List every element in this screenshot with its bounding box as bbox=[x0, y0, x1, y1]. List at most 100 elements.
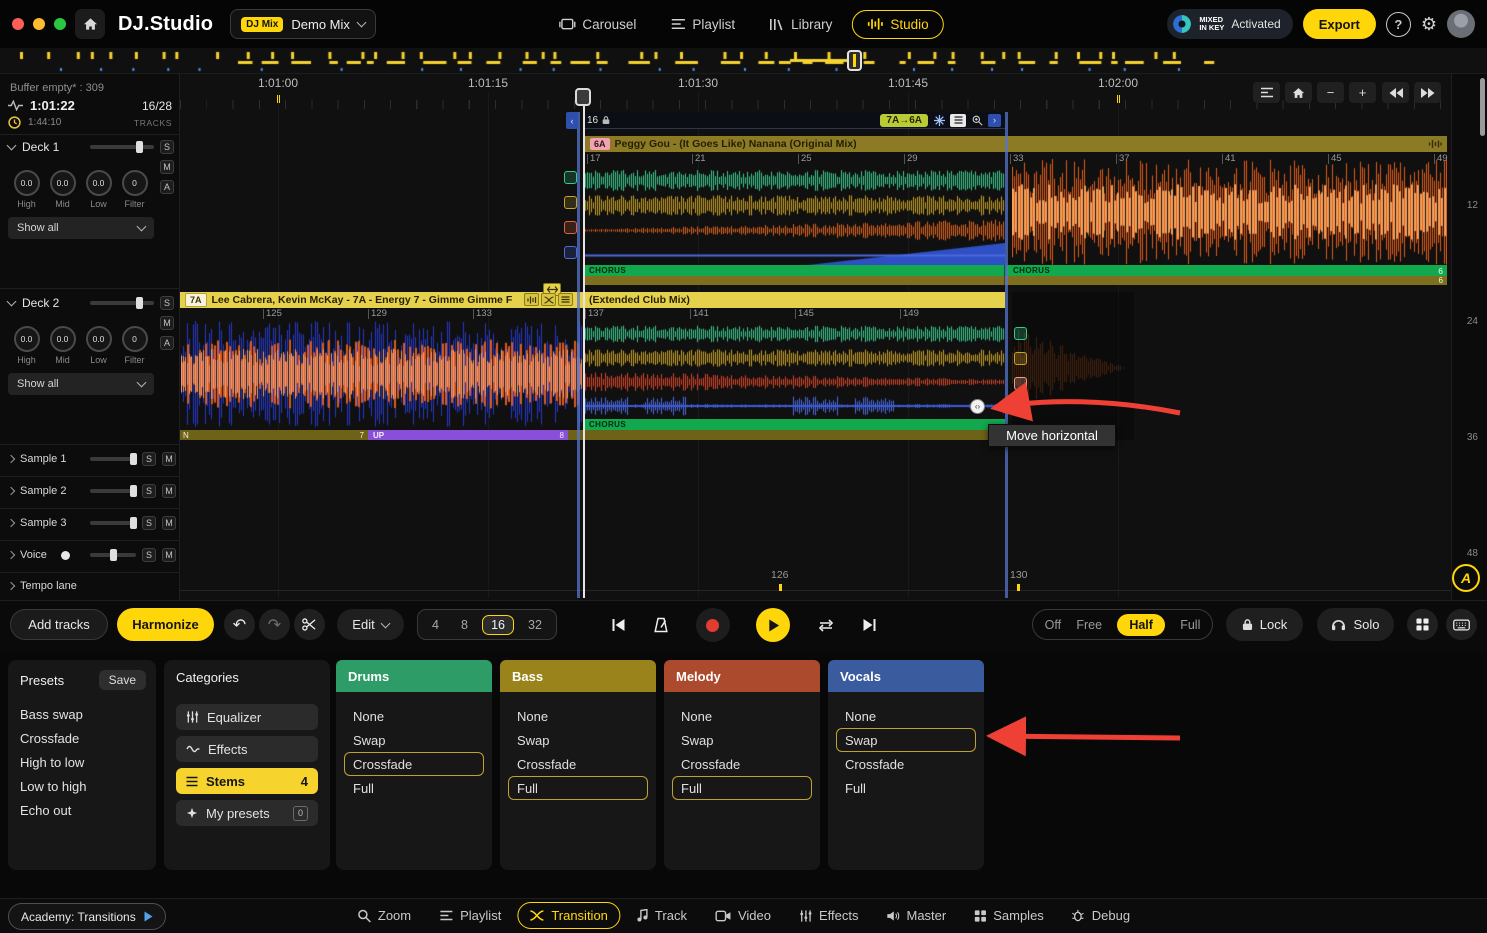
expand-chevron-icon[interactable] bbox=[7, 519, 15, 527]
deck2-phrase-segment[interactable]: N 7 bbox=[180, 430, 368, 440]
export-button[interactable]: Export bbox=[1303, 9, 1376, 39]
deck1-waveform[interactable] bbox=[1012, 156, 1447, 268]
deck1-solo-button[interactable]: S bbox=[160, 140, 174, 154]
sample1-solo-button[interactable]: S bbox=[142, 452, 156, 466]
minimap-playhead[interactable] bbox=[847, 50, 862, 71]
lock-button[interactable]: Lock bbox=[1226, 608, 1303, 641]
quantize-free-button[interactable]: Free bbox=[1076, 618, 1102, 632]
deck1-section-bar[interactable]: CHORUS CHORUS 6 bbox=[583, 265, 1447, 276]
play-button[interactable] bbox=[756, 608, 790, 642]
preset-item[interactable]: Low to high bbox=[8, 774, 156, 798]
tab-carousel[interactable]: Carousel bbox=[543, 10, 651, 39]
eq-high-knob[interactable]: 0.0 bbox=[14, 326, 40, 352]
melody-option-crossfade[interactable]: Crossfade bbox=[672, 752, 812, 776]
mixed-in-key-badge[interactable]: MIXEDIN KEY Activated bbox=[1167, 9, 1292, 39]
add-tracks-button[interactable]: Add tracks bbox=[10, 609, 108, 640]
bass-option-swap[interactable]: Swap bbox=[508, 728, 648, 752]
vocals-option-full[interactable]: Full bbox=[836, 776, 976, 800]
deck2-phrase-segment-up[interactable]: UP 8 bbox=[368, 430, 568, 440]
preset-item[interactable]: High to low bbox=[8, 750, 156, 774]
eq-mid-knob[interactable]: 0.0 bbox=[50, 326, 76, 352]
edit-dropdown[interactable]: Edit bbox=[337, 609, 404, 640]
bass-option-full[interactable]: Full bbox=[508, 776, 648, 800]
cut-button[interactable] bbox=[294, 609, 325, 640]
category-equalizer[interactable]: Equalizer bbox=[176, 704, 318, 730]
deck1-volume-slider[interactable] bbox=[90, 145, 154, 149]
sample3-mute-button[interactable]: M bbox=[162, 516, 176, 530]
voice-mute-button[interactable]: M bbox=[162, 548, 176, 562]
deck2-section-bar[interactable]: CHORUS bbox=[583, 419, 1005, 430]
deck2-bass-stem-waveform[interactable] bbox=[583, 346, 1005, 370]
keyboard-shortcuts-button[interactable] bbox=[1446, 609, 1477, 640]
deck1-bass-stem-waveform[interactable] bbox=[583, 193, 1005, 218]
skip-to-end-button[interactable] bbox=[861, 618, 878, 632]
deck2-volume-slider[interactable] bbox=[90, 301, 154, 305]
eq-high-knob[interactable]: 0.0 bbox=[14, 170, 40, 196]
deck2-drums-stem-waveform[interactable] bbox=[583, 322, 1005, 346]
dock-tab-transition[interactable]: Transition bbox=[517, 902, 620, 929]
deck2-phrase-segment[interactable] bbox=[568, 430, 1005, 440]
voice-solo-button[interactable]: S bbox=[142, 548, 156, 562]
grid-32-button[interactable]: 32 bbox=[520, 618, 550, 632]
melody-option-swap[interactable]: Swap bbox=[672, 728, 812, 752]
dock-tab-debug[interactable]: Debug bbox=[1060, 902, 1142, 929]
tab-library[interactable]: Library bbox=[754, 10, 847, 39]
drums-stem-chip-icon[interactable] bbox=[564, 171, 577, 184]
slider-thumb[interactable] bbox=[136, 297, 143, 309]
follow-playhead-button[interactable] bbox=[1253, 82, 1280, 103]
solo-button[interactable]: Solo bbox=[1317, 608, 1394, 641]
preset-item[interactable]: Crossfade bbox=[8, 726, 156, 750]
bass-stem-chip-icon[interactable] bbox=[564, 196, 577, 209]
category-effects[interactable]: Effects bbox=[176, 736, 318, 762]
melody-stem-chip-icon[interactable] bbox=[564, 221, 577, 234]
transition-right-border[interactable] bbox=[1005, 112, 1008, 598]
expand-chevron-icon[interactable] bbox=[7, 487, 15, 495]
clip-waveform-toggle[interactable] bbox=[524, 293, 539, 306]
drums-option-crossfade[interactable]: Crossfade bbox=[344, 752, 484, 776]
deck2-vocals-stem-waveform[interactable] bbox=[583, 394, 1005, 418]
filter-knob[interactable]: 0 bbox=[122, 170, 148, 196]
category-my-presets[interactable]: My presets 0 bbox=[176, 800, 318, 826]
deck1-auto-button[interactable]: A bbox=[160, 180, 174, 194]
melody-stem-chip-icon[interactable] bbox=[1014, 377, 1027, 390]
deck1-melody-stem-waveform[interactable] bbox=[583, 218, 1005, 243]
sample3-volume-slider[interactable] bbox=[90, 521, 136, 525]
eq-low-knob[interactable]: 0.0 bbox=[86, 170, 112, 196]
tab-studio[interactable]: Studio bbox=[851, 10, 943, 39]
bass-option-crossfade[interactable]: Crossfade bbox=[508, 752, 648, 776]
stem-move-handle[interactable]: ‹› bbox=[970, 399, 985, 414]
drums-option-swap[interactable]: Swap bbox=[344, 728, 484, 752]
bass-option-none[interactable]: None bbox=[508, 704, 648, 728]
filter-knob[interactable]: 0 bbox=[122, 326, 148, 352]
harmonize-button[interactable]: Harmonize bbox=[117, 608, 214, 641]
sample2-solo-button[interactable]: S bbox=[142, 484, 156, 498]
tempo-point[interactable] bbox=[779, 584, 782, 591]
deck2-show-all-dropdown[interactable]: Show all bbox=[8, 373, 154, 395]
melody-option-none[interactable]: None bbox=[672, 704, 812, 728]
dock-tab-samples[interactable]: Samples bbox=[962, 902, 1056, 929]
transition-zoom-button[interactable] bbox=[970, 114, 984, 127]
avatar[interactable] bbox=[1447, 10, 1475, 38]
dock-tab-effects[interactable]: Effects bbox=[787, 902, 871, 929]
vocals-option-crossfade[interactable]: Crossfade bbox=[836, 752, 976, 776]
deck1-clip-titlebar[interactable]: 6A Peggy Gou - (It Goes Like) Nanana (Or… bbox=[585, 136, 1447, 152]
undo-button[interactable]: ↶ bbox=[224, 609, 255, 640]
transition-left-chevron[interactable]: ‹ bbox=[566, 112, 578, 129]
grid-8-button[interactable]: 8 bbox=[453, 618, 476, 632]
quantize-full-button[interactable]: Full bbox=[1180, 618, 1200, 632]
deck1-drums-stem-waveform[interactable] bbox=[583, 168, 1005, 193]
home-button[interactable] bbox=[75, 9, 105, 39]
transition-left-border[interactable] bbox=[577, 112, 580, 598]
tempo-point[interactable] bbox=[1017, 584, 1020, 591]
drums-stem-chip-icon[interactable] bbox=[1014, 327, 1027, 340]
freeze-snowflake-button[interactable] bbox=[932, 114, 946, 127]
category-stems[interactable]: Stems 4 bbox=[176, 768, 318, 794]
jump-back-button[interactable] bbox=[1382, 82, 1409, 103]
quantize-off-button[interactable]: Off bbox=[1045, 618, 1061, 632]
redo-button[interactable]: ↷ bbox=[259, 609, 290, 640]
deck2-mute-button[interactable]: M bbox=[160, 316, 174, 330]
help-button[interactable]: ? bbox=[1386, 12, 1411, 37]
vocals-option-swap[interactable]: Swap bbox=[836, 728, 976, 752]
dock-tab-master[interactable]: Master bbox=[874, 902, 958, 929]
sample3-solo-button[interactable]: S bbox=[142, 516, 156, 530]
